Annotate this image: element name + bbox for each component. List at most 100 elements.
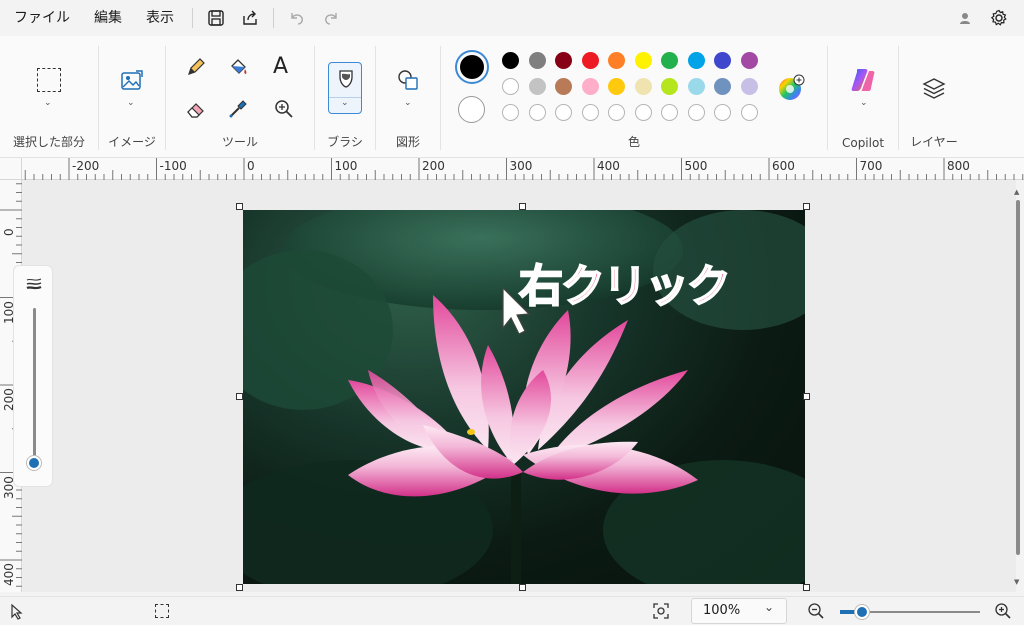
chevron-down-icon[interactable]: ⌄ [404,98,412,108]
share-icon[interactable] [233,0,267,36]
color-picker-icon[interactable] [227,98,249,124]
save-icon[interactable] [199,0,233,36]
vertical-scrollbar[interactable]: ▲ ▼ [1014,188,1022,588]
color-swatch[interactable] [528,52,546,69]
selection-label: 選択した部分 [12,135,85,149]
custom-color-slot[interactable] [714,104,731,121]
color-swatch[interactable] [661,78,678,95]
color-group: 色 [441,36,827,158]
custom-color-slot[interactable] [740,104,758,121]
shapes-icon[interactable] [396,68,420,96]
pointer-icon [10,603,24,624]
color-swatch[interactable] [661,52,678,69]
ruler-label: 100 [334,159,358,173]
ruler-label: 700 [859,159,883,173]
settings-gear-icon[interactable] [982,0,1016,36]
custom-color-slot[interactable] [608,104,625,121]
text-tool-icon[interactable]: A [273,54,288,79]
image-resize-icon[interactable] [119,68,145,98]
color-swatch[interactable] [581,78,599,95]
canvas-image[interactable]: 右クリック [243,210,805,584]
custom-color-slot[interactable] [528,104,546,121]
redo-icon[interactable] [314,0,348,36]
fit-to-window-icon[interactable] [652,602,670,624]
undo-icon[interactable] [280,0,314,36]
eraser-icon[interactable] [185,98,207,124]
color-swatch[interactable] [687,78,705,95]
chevron-down-icon[interactable]: ⌄ [341,98,349,108]
canvas-workspace[interactable]: 右クリック [22,180,1016,592]
scroll-down-icon[interactable]: ▼ [1014,578,1019,586]
slider-thumb[interactable] [27,456,41,470]
zoom-out-icon[interactable] [807,602,825,624]
ruler-label: 0 [2,228,16,236]
pencil-icon[interactable] [185,56,207,82]
layers-group: レイヤー [899,36,969,158]
copilot-icon[interactable] [849,66,877,98]
brush-size-panel [13,265,53,487]
menu-file[interactable]: ファイル [0,0,82,36]
chevron-down-icon[interactable]: ⌄ [127,98,135,108]
color-swatch[interactable] [714,78,731,95]
zoom-value: 100% [703,603,741,618]
ruler-label: -200 [72,159,100,173]
zoom-slider-thumb[interactable] [855,605,869,619]
fill-bucket-icon[interactable] [227,56,249,82]
color-swatch[interactable] [502,52,519,69]
ruler-label: 400 [597,159,620,173]
zoom-in-icon[interactable] [994,602,1012,624]
ruler-label: 800 [947,159,970,173]
resize-handle[interactable] [803,203,810,210]
color-swatch[interactable] [502,78,519,95]
resize-handle[interactable] [803,393,810,400]
slider-track[interactable] [33,308,36,460]
custom-color-slot[interactable] [687,104,705,121]
secondary-color-button[interactable] [458,96,485,123]
color-swatch[interactable] [634,52,652,69]
shapes-group: ⌄ 図形 [376,36,440,158]
brush-group: ⌄ ブラシ [315,36,375,158]
custom-color-slot[interactable] [634,104,652,121]
menu-bar: ファイル 編集 表示 [0,0,1024,36]
layers-label: レイヤー [910,135,958,149]
selection-size-icon [155,604,169,618]
color-swatch[interactable] [528,78,546,95]
brush-button[interactable]: ⌄ [328,62,362,114]
primary-color-button[interactable] [455,50,489,84]
menu-edit[interactable]: 編集 [82,0,134,36]
custom-color-slot[interactable] [555,104,572,121]
resize-handle[interactable] [803,584,810,591]
color-swatch[interactable] [555,52,572,69]
color-swatch[interactable] [581,52,599,69]
account-icon[interactable] [948,0,982,36]
color-swatch[interactable] [714,52,731,69]
layers-icon[interactable] [921,76,947,106]
custom-color-slot[interactable] [661,104,678,121]
scroll-up-icon[interactable]: ▲ [1014,188,1019,196]
color-swatch[interactable] [555,78,572,95]
scroll-thumb[interactable] [1016,200,1020,555]
image-label: イメージ [108,135,156,149]
resize-handle[interactable] [519,203,526,210]
menu-view[interactable]: 表示 [134,0,186,36]
zoom-dropdown[interactable]: 100% ⌄ [691,598,787,624]
color-swatch[interactable] [608,52,625,69]
magnifier-icon[interactable] [273,98,295,124]
shapes-label: 図形 [395,135,420,149]
resize-handle[interactable] [236,584,243,591]
chevron-down-icon[interactable]: ⌄ [860,98,868,108]
color-swatch[interactable] [634,78,652,95]
resize-handle[interactable] [519,584,526,591]
rect-select-icon[interactable] [37,68,61,92]
color-swatch[interactable] [740,78,758,95]
custom-color-slot[interactable] [502,104,519,121]
ruler-label: 500 [684,159,708,173]
color-swatch[interactable] [740,52,758,69]
color-swatch[interactable] [687,52,705,69]
custom-color-slot[interactable] [581,104,599,121]
resize-handle[interactable] [236,393,243,400]
edit-colors-icon[interactable] [777,74,805,106]
color-swatch[interactable] [608,78,625,95]
resize-handle[interactable] [236,203,243,210]
chevron-down-icon[interactable]: ⌄ [44,98,52,108]
